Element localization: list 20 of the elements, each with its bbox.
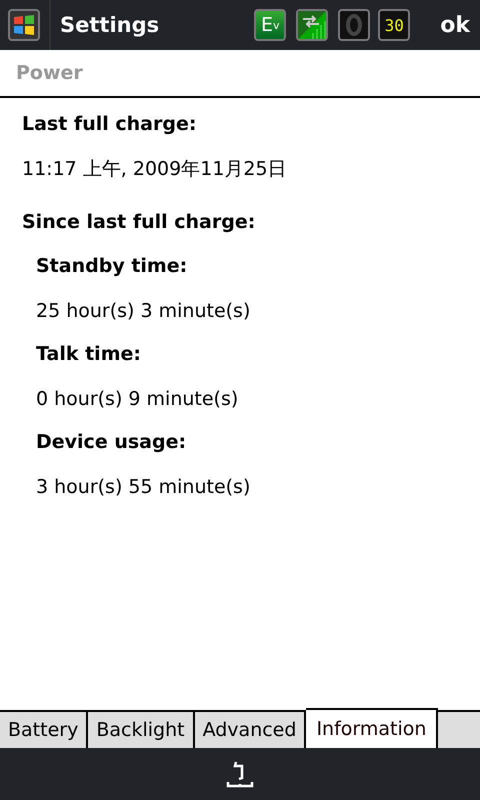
item-label: Device usage: [36,430,188,455]
item-label: Talk time: [36,342,142,367]
tab[interactable]: Backlight [88,710,195,748]
item-value: 3 hour(s) 55 minute(s) [36,475,252,500]
section-label: Last full charge: [22,112,198,137]
tab[interactable]: Battery [0,710,88,748]
window-title: Settings [49,0,160,50]
item-value: 11:17 上午, 2009年11月25日 [22,157,288,182]
item-value: 25 hour(s) 3 minute(s) [36,299,252,324]
signal-icon[interactable] [296,9,328,41]
item-value: 0 hour(s) 9 minute(s) [36,387,240,412]
tab[interactable]: Advanced [194,710,306,748]
start-button[interactable] [8,9,40,41]
item-label: Standby time: [36,254,188,279]
battery-level[interactable]: 30 [378,9,410,41]
tab[interactable]: Information [306,708,438,748]
ok-button[interactable]: ok [440,12,470,38]
section-label: Since last full charge: [22,210,256,235]
page-title: Power [16,62,84,84]
speaker-icon[interactable] [338,9,370,41]
